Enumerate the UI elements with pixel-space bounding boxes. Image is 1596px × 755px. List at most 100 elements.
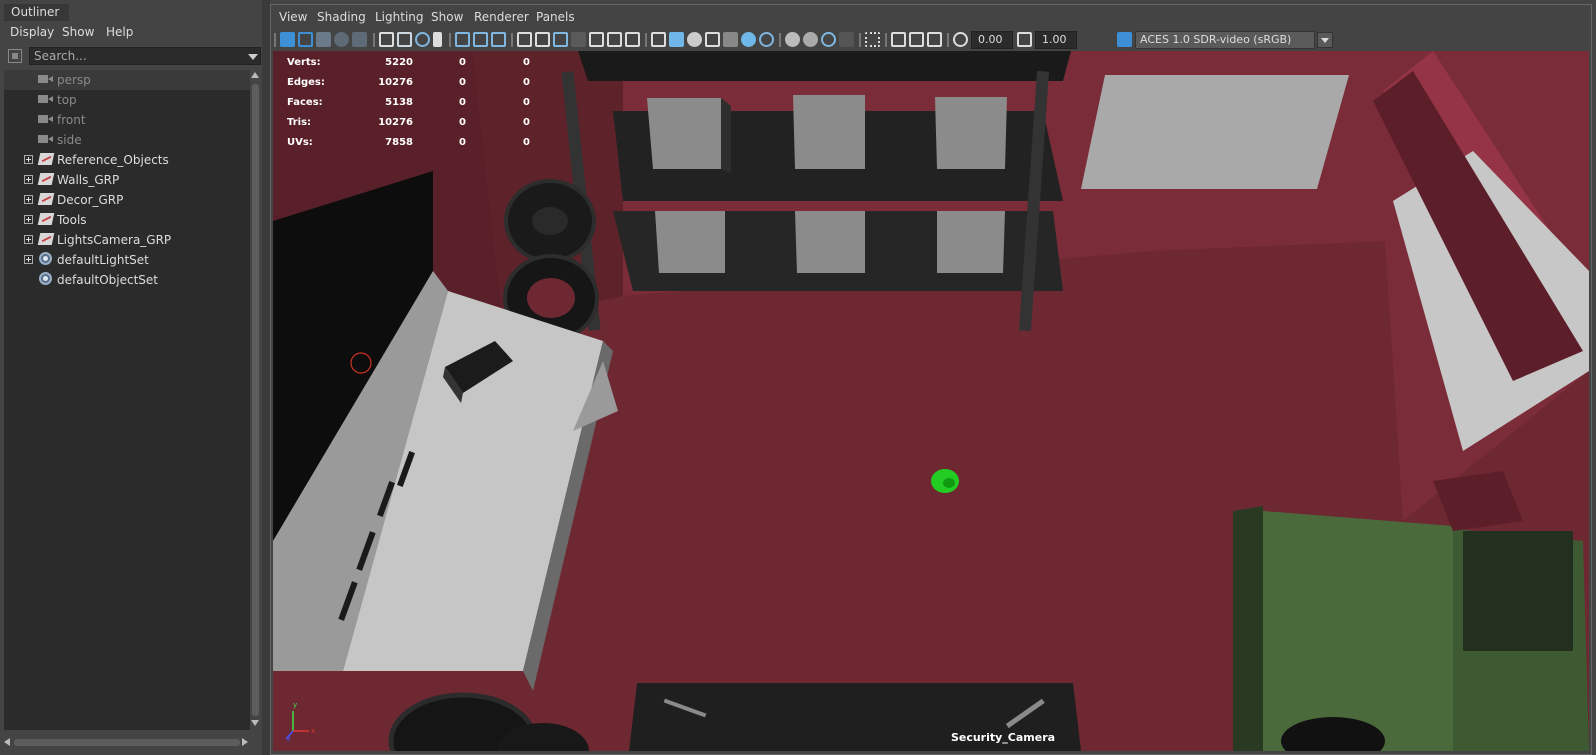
safe-action-icon[interactable] (607, 32, 622, 47)
xray-joints-icon[interactable] (909, 32, 924, 47)
menu-renderer[interactable]: Renderer (474, 10, 529, 24)
motion-blur-icon[interactable] (803, 32, 818, 47)
resolution-gate-icon[interactable] (553, 32, 568, 47)
chevron-down-icon[interactable] (1317, 32, 1333, 48)
tree-item-defaultlightset[interactable]: defaultLightSet (4, 250, 250, 270)
grid-icon[interactable] (517, 32, 532, 47)
axis-z-label: z (287, 735, 291, 743)
scroll-right-icon[interactable] (242, 738, 248, 746)
3d-viewport[interactable]: Verts: 5220 0 0 Edges: 10276 0 0 Faces: … (273, 51, 1589, 751)
color-management-icon[interactable] (1117, 32, 1132, 47)
group-icon (37, 233, 55, 245)
tree-item-top[interactable]: top (4, 90, 250, 110)
textured-icon[interactable] (723, 32, 738, 47)
color-space-select[interactable]: ACES 1.0 SDR-video (sRGB) (1135, 31, 1315, 49)
film-camera-icon[interactable] (397, 32, 412, 47)
tree-item-walls-grp[interactable]: Walls_GRP (4, 170, 250, 190)
tree-item-reference-objects[interactable]: Reference_Objects (4, 150, 250, 170)
filter-icon[interactable] (8, 49, 22, 63)
menu-shading[interactable]: Shading (317, 10, 366, 24)
gate-mask-icon[interactable] (571, 32, 586, 47)
smooth-shade-icon[interactable] (669, 32, 684, 47)
gamma-field[interactable]: 1.00 (1035, 31, 1077, 49)
menu-panels[interactable]: Panels (536, 10, 575, 24)
chevron-down-icon[interactable] (248, 54, 258, 60)
tree-item-decor-grp[interactable]: Decor_GRP (4, 190, 250, 210)
outliner-tab[interactable]: Outliner (4, 4, 69, 21)
expand-icon[interactable] (24, 155, 33, 164)
scroll-thumb[interactable] (14, 739, 240, 746)
hud-value: 0 (459, 77, 466, 88)
image-plane-icon[interactable] (334, 32, 349, 47)
exposure-field[interactable]: 0.00 (971, 31, 1013, 49)
expand-icon[interactable] (24, 255, 33, 264)
pencil-icon[interactable] (491, 32, 506, 47)
search-input[interactable] (29, 47, 261, 65)
tree-item-defaultobjectset[interactable]: defaultObjectSet (4, 270, 250, 290)
expand-icon[interactable] (24, 195, 33, 204)
axis-x-label: x (311, 727, 316, 735)
scroll-left-icon[interactable] (4, 738, 10, 746)
vertical-scrollbar[interactable] (250, 70, 261, 730)
field-chart-icon[interactable] (589, 32, 604, 47)
tree-item-lightscamera-grp[interactable]: LightsCamera_GRP (4, 230, 250, 250)
bookmark-icon[interactable] (316, 32, 331, 47)
grease-pencil-icon[interactable] (455, 32, 470, 47)
select-camera-icon[interactable] (280, 32, 295, 47)
expand-icon[interactable] (24, 235, 33, 244)
menu-view[interactable]: View (279, 10, 307, 24)
expand-icon[interactable] (24, 175, 33, 184)
menu-show[interactable]: Show (431, 10, 463, 24)
lock-camera-icon[interactable] (415, 32, 430, 47)
camera-icon (38, 95, 53, 103)
tree-item-persp[interactable]: persp (4, 70, 250, 90)
hud-value: 0 (523, 137, 530, 148)
hud-value: 5220 (385, 57, 413, 68)
film-gate-icon[interactable] (535, 32, 550, 47)
screen-space-ao-icon[interactable] (785, 32, 800, 47)
tree-item-tools[interactable]: Tools (4, 210, 250, 230)
camera-icon (38, 75, 53, 83)
depth-of-field-icon[interactable] (839, 32, 854, 47)
isolate-icon[interactable] (865, 32, 880, 47)
menu-help[interactable]: Help (106, 25, 133, 39)
scroll-thumb[interactable] (252, 84, 259, 716)
use-lights-icon[interactable] (741, 32, 756, 47)
xray-icon[interactable] (891, 32, 906, 47)
group-icon (37, 193, 55, 205)
xray-components-icon[interactable] (927, 32, 942, 47)
isolate-select-icon[interactable] (473, 32, 488, 47)
horizontal-scrollbar[interactable] (4, 736, 250, 748)
twod-pan-icon[interactable] (352, 32, 367, 47)
wireframe-on-shaded-icon[interactable] (705, 32, 720, 47)
tree-item-front[interactable]: front (4, 110, 250, 130)
hud-value: 0 (523, 57, 530, 68)
bookmark-camera-icon[interactable] (433, 32, 442, 47)
shadows-icon[interactable] (759, 32, 774, 47)
group-icon (37, 173, 55, 185)
toolbar-separator (645, 33, 647, 47)
camera-icon[interactable] (379, 32, 394, 47)
tree-item-label: side (57, 133, 82, 147)
scroll-up-icon[interactable] (251, 72, 259, 78)
menu-show[interactable]: Show (62, 25, 94, 39)
default-material-icon[interactable] (687, 32, 702, 47)
camera-attributes-icon[interactable] (298, 32, 313, 47)
panel-splitter[interactable] (262, 0, 270, 755)
expand-icon[interactable] (24, 215, 33, 224)
tree-item-label: persp (57, 73, 91, 87)
menu-lighting[interactable]: Lighting (375, 10, 424, 24)
hud-value: 0 (523, 77, 530, 88)
tree-item-side[interactable]: side (4, 130, 250, 150)
safe-title-icon[interactable] (625, 32, 640, 47)
exposure-icon[interactable] (953, 32, 968, 47)
wireframe-icon[interactable] (651, 32, 666, 47)
menu-display[interactable]: Display (10, 25, 54, 39)
multisample-aa-icon[interactable] (821, 32, 836, 47)
tree-item-label: Walls_GRP (57, 173, 120, 187)
hud-value: 0 (523, 97, 530, 108)
axis-y-label: y (293, 701, 298, 709)
gamma-icon[interactable] (1017, 32, 1032, 47)
tree-item-label: Reference_Objects (57, 153, 169, 167)
scroll-down-icon[interactable] (251, 720, 259, 726)
